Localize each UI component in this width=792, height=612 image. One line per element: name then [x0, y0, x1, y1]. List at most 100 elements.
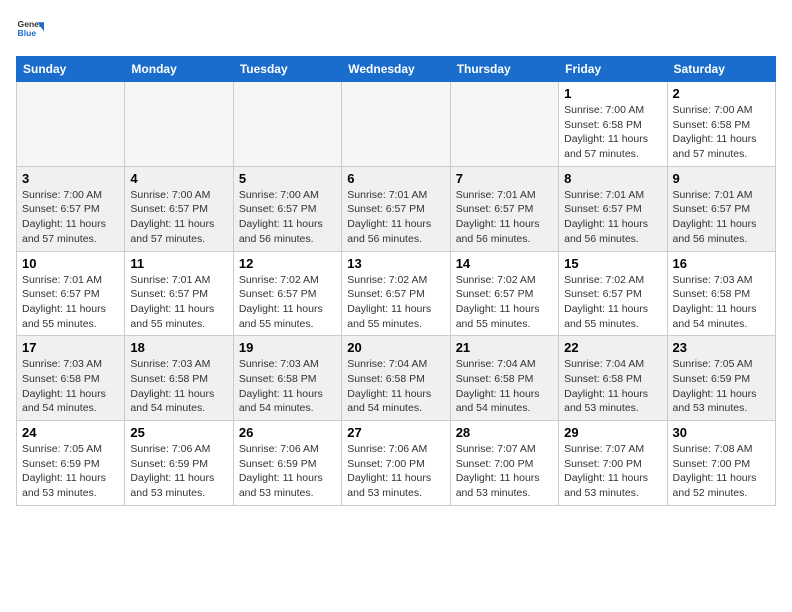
- day-number: 3: [22, 171, 119, 186]
- logo-icon: General Blue: [16, 16, 44, 44]
- day-info: Sunrise: 7:06 AMSunset: 6:59 PMDaylight:…: [130, 442, 227, 501]
- logo: General Blue: [16, 16, 48, 44]
- calendar-cell: 30Sunrise: 7:08 AMSunset: 7:00 PMDayligh…: [667, 421, 775, 506]
- calendar-header-tuesday: Tuesday: [233, 57, 341, 82]
- day-info: Sunrise: 7:08 AMSunset: 7:00 PMDaylight:…: [673, 442, 770, 501]
- day-number: 28: [456, 425, 553, 440]
- day-info: Sunrise: 7:07 AMSunset: 7:00 PMDaylight:…: [456, 442, 553, 501]
- calendar-cell: 1 Sunrise: 7:00 AMSunset: 6:58 PMDaylight…: [559, 82, 667, 167]
- calendar-cell: 14Sunrise: 7:02 AMSunset: 6:57 PMDayligh…: [450, 251, 558, 336]
- day-number: 27: [347, 425, 444, 440]
- calendar-cell: 29 Sunrise: 7:07 AMSunset: 7:00 PMDayligh…: [559, 421, 667, 506]
- day-number: 7: [456, 171, 553, 186]
- day-info: Sunrise: 7:00 AMSunset: 6:57 PMDaylight:…: [22, 188, 119, 247]
- calendar-cell: 2 Sunrise: 7:00 AMSunset: 6:58 PMDaylight…: [667, 82, 775, 167]
- calendar-cell: 27 Sunrise: 7:06 AMSunset: 7:00 PMDayligh…: [342, 421, 450, 506]
- calendar-cell: 22 Sunrise: 7:04 AMSunset: 6:58 PMDayligh…: [559, 336, 667, 421]
- day-number: 17: [22, 340, 119, 355]
- day-info: Sunrise: 7:01 AMSunset: 6:57 PMDaylight:…: [564, 188, 661, 247]
- svg-text:Blue: Blue: [18, 28, 37, 38]
- day-info: Sunrise: 7:01 AMSunset: 6:57 PMDaylight:…: [347, 188, 444, 247]
- day-info: Sunrise: 7:06 AMSunset: 6:59 PMDaylight:…: [239, 442, 336, 501]
- calendar-header-row: SundayMondayTuesdayWednesdayThursdayFrid…: [17, 57, 776, 82]
- calendar-cell: 24 Sunrise: 7:05 AMSunset: 6:59 PMDayligh…: [17, 421, 125, 506]
- day-info: Sunrise: 7:03 AMSunset: 6:58 PMDaylight:…: [673, 273, 770, 332]
- calendar-cell: [17, 82, 125, 167]
- day-info: Sunrise: 7:06 AMSunset: 7:00 PMDaylight:…: [347, 442, 444, 501]
- calendar-week-2: 3 Sunrise: 7:00 AMSunset: 6:57 PMDaylight…: [17, 166, 776, 251]
- day-number: 6: [347, 171, 444, 186]
- day-info: Sunrise: 7:01 AMSunset: 6:57 PMDaylight:…: [130, 273, 227, 332]
- calendar-header-thursday: Thursday: [450, 57, 558, 82]
- calendar-header-sunday: Sunday: [17, 57, 125, 82]
- calendar-cell: 13 Sunrise: 7:02 AMSunset: 6:57 PMDayligh…: [342, 251, 450, 336]
- day-number: 20: [347, 340, 444, 355]
- calendar-week-5: 24 Sunrise: 7:05 AMSunset: 6:59 PMDayligh…: [17, 421, 776, 506]
- day-info: Sunrise: 7:02 AMSunset: 6:57 PMDaylight:…: [564, 273, 661, 332]
- calendar-cell: 20 Sunrise: 7:04 AMSunset: 6:58 PMDayligh…: [342, 336, 450, 421]
- day-number: 1: [564, 86, 661, 101]
- calendar-header-saturday: Saturday: [667, 57, 775, 82]
- calendar-cell: 18 Sunrise: 7:03 AMSunset: 6:58 PMDayligh…: [125, 336, 233, 421]
- calendar-cell: 5 Sunrise: 7:00 AMSunset: 6:57 PMDaylight…: [233, 166, 341, 251]
- calendar-cell: 10 Sunrise: 7:01 AMSunset: 6:57 PMDayligh…: [17, 251, 125, 336]
- day-number: 13: [347, 256, 444, 271]
- day-number: 4: [130, 171, 227, 186]
- day-number: 25: [130, 425, 227, 440]
- day-number: 18: [130, 340, 227, 355]
- day-number: 26: [239, 425, 336, 440]
- day-info: Sunrise: 7:04 AMSunset: 6:58 PMDaylight:…: [564, 357, 661, 416]
- calendar-cell: 23Sunrise: 7:05 AMSunset: 6:59 PMDayligh…: [667, 336, 775, 421]
- day-number: 2: [673, 86, 770, 101]
- calendar-cell: 16Sunrise: 7:03 AMSunset: 6:58 PMDayligh…: [667, 251, 775, 336]
- day-info: Sunrise: 7:05 AMSunset: 6:59 PMDaylight:…: [22, 442, 119, 501]
- day-info: Sunrise: 7:04 AMSunset: 6:58 PMDaylight:…: [456, 357, 553, 416]
- calendar-cell: 8 Sunrise: 7:01 AMSunset: 6:57 PMDaylight…: [559, 166, 667, 251]
- calendar-cell: [233, 82, 341, 167]
- day-number: 10: [22, 256, 119, 271]
- calendar-week-3: 10 Sunrise: 7:01 AMSunset: 6:57 PMDayligh…: [17, 251, 776, 336]
- day-number: 11: [130, 256, 227, 271]
- calendar-cell: [125, 82, 233, 167]
- calendar-week-1: 1 Sunrise: 7:00 AMSunset: 6:58 PMDaylight…: [17, 82, 776, 167]
- calendar-cell: 4 Sunrise: 7:00 AMSunset: 6:57 PMDaylight…: [125, 166, 233, 251]
- calendar-cell: [342, 82, 450, 167]
- page-header: General Blue: [16, 16, 776, 44]
- calendar-cell: 26 Sunrise: 7:06 AMSunset: 6:59 PMDayligh…: [233, 421, 341, 506]
- day-number: 15: [564, 256, 661, 271]
- calendar-cell: 6 Sunrise: 7:01 AMSunset: 6:57 PMDaylight…: [342, 166, 450, 251]
- day-number: 21: [456, 340, 553, 355]
- calendar-cell: 9 Sunrise: 7:01 AMSunset: 6:57 PMDaylight…: [667, 166, 775, 251]
- day-info: Sunrise: 7:00 AMSunset: 6:57 PMDaylight:…: [239, 188, 336, 247]
- calendar-cell: [450, 82, 558, 167]
- calendar-cell: 17Sunrise: 7:03 AMSunset: 6:58 PMDayligh…: [17, 336, 125, 421]
- calendar-cell: 19Sunrise: 7:03 AMSunset: 6:58 PMDayligh…: [233, 336, 341, 421]
- calendar-header-wednesday: Wednesday: [342, 57, 450, 82]
- day-number: 9: [673, 171, 770, 186]
- day-info: Sunrise: 7:03 AMSunset: 6:58 PMDaylight:…: [130, 357, 227, 416]
- calendar-cell: 28 Sunrise: 7:07 AMSunset: 7:00 PMDayligh…: [450, 421, 558, 506]
- calendar-cell: 3 Sunrise: 7:00 AMSunset: 6:57 PMDaylight…: [17, 166, 125, 251]
- day-number: 8: [564, 171, 661, 186]
- day-number: 5: [239, 171, 336, 186]
- day-info: Sunrise: 7:01 AMSunset: 6:57 PMDaylight:…: [22, 273, 119, 332]
- day-number: 14: [456, 256, 553, 271]
- day-info: Sunrise: 7:02 AMSunset: 6:57 PMDaylight:…: [239, 273, 336, 332]
- day-info: Sunrise: 7:02 AMSunset: 6:57 PMDaylight:…: [347, 273, 444, 332]
- calendar-cell: 11 Sunrise: 7:01 AMSunset: 6:57 PMDayligh…: [125, 251, 233, 336]
- day-info: Sunrise: 7:01 AMSunset: 6:57 PMDaylight:…: [456, 188, 553, 247]
- calendar-cell: 12Sunrise: 7:02 AMSunset: 6:57 PMDayligh…: [233, 251, 341, 336]
- day-info: Sunrise: 7:05 AMSunset: 6:59 PMDaylight:…: [673, 357, 770, 416]
- day-info: Sunrise: 7:01 AMSunset: 6:57 PMDaylight:…: [673, 188, 770, 247]
- day-info: Sunrise: 7:07 AMSunset: 7:00 PMDaylight:…: [564, 442, 661, 501]
- day-info: Sunrise: 7:00 AMSunset: 6:58 PMDaylight:…: [564, 103, 661, 162]
- day-number: 29: [564, 425, 661, 440]
- day-number: 22: [564, 340, 661, 355]
- day-info: Sunrise: 7:04 AMSunset: 6:58 PMDaylight:…: [347, 357, 444, 416]
- calendar-table: SundayMondayTuesdayWednesdayThursdayFrid…: [16, 56, 776, 506]
- day-info: Sunrise: 7:00 AMSunset: 6:57 PMDaylight:…: [130, 188, 227, 247]
- day-info: Sunrise: 7:00 AMSunset: 6:58 PMDaylight:…: [673, 103, 770, 162]
- calendar-header-monday: Monday: [125, 57, 233, 82]
- day-number: 24: [22, 425, 119, 440]
- calendar-header-friday: Friday: [559, 57, 667, 82]
